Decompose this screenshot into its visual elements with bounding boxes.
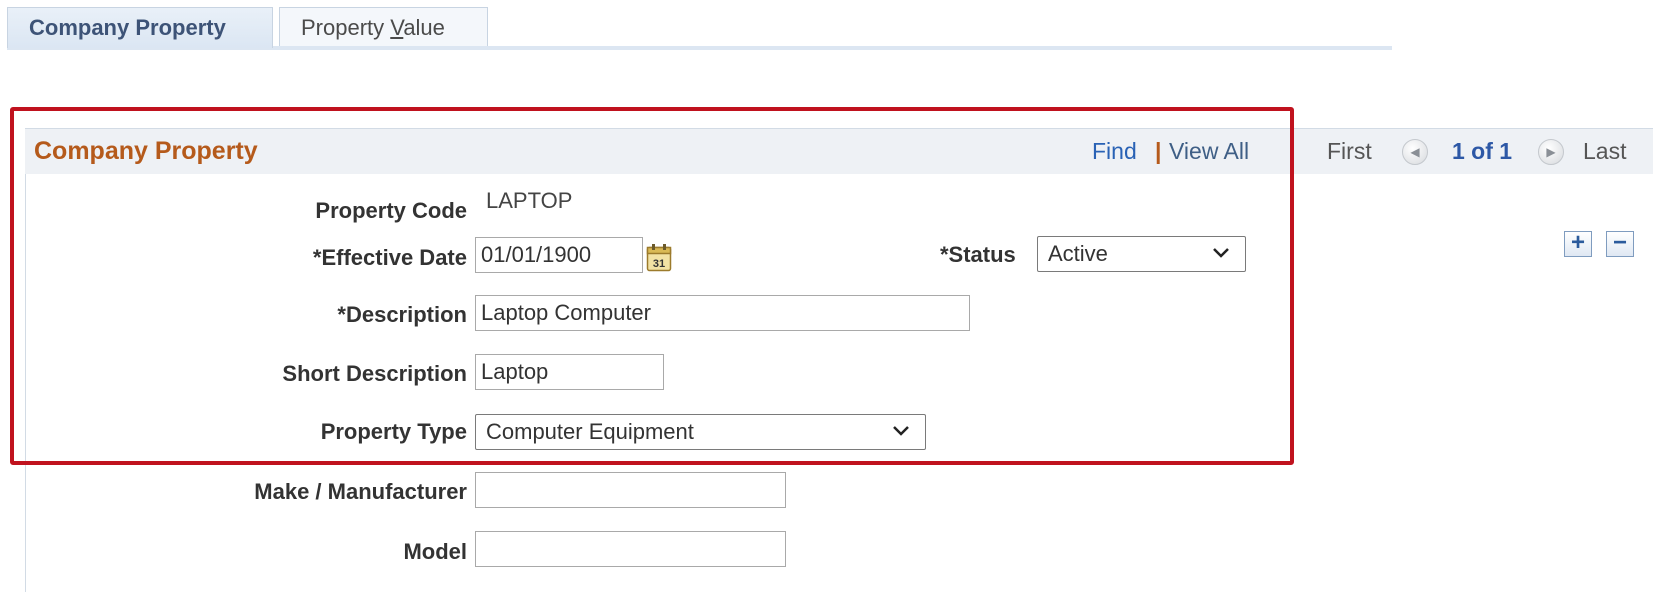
- view-all-link[interactable]: View All: [1169, 134, 1249, 168]
- add-row-button[interactable]: +: [1564, 231, 1592, 257]
- page-root: Company Property Property Value Company …: [0, 0, 1653, 592]
- tab-label-accel: V: [390, 15, 404, 40]
- model-input[interactable]: [475, 531, 786, 567]
- tab-label: Company Property: [29, 15, 226, 40]
- previous-arrow-icon[interactable]: ◀: [1402, 139, 1428, 165]
- find-link[interactable]: Find: [1092, 134, 1137, 168]
- calendar-icon[interactable]: 31: [646, 243, 672, 272]
- make-input[interactable]: [475, 472, 786, 508]
- property-type-selected-value: Computer Equipment: [486, 419, 694, 444]
- chevron-down-icon: [1213, 248, 1229, 258]
- row-count: 1 of 1: [1452, 138, 1513, 164]
- tab-label-prefix: Property: [301, 15, 391, 40]
- chevron-down-icon: [893, 426, 909, 436]
- property-code-label: Property Code: [315, 198, 467, 223]
- link-separator: |: [1155, 138, 1162, 164]
- make-label: Make / Manufacturer: [254, 479, 467, 504]
- tab-company-property[interactable]: Company Property: [7, 7, 273, 48]
- tab-property-value[interactable]: Property Value: [279, 7, 488, 48]
- property-type-label: Property Type: [320, 419, 467, 444]
- status-selected-value: Active: [1048, 241, 1108, 266]
- delete-row-button[interactable]: −: [1606, 231, 1634, 257]
- property-code-value: LAPTOP: [486, 188, 573, 213]
- short-description-label: Short Description: [282, 361, 467, 386]
- calendar-icon-text: 31: [653, 258, 665, 270]
- next-arrow-icon[interactable]: ▶: [1538, 139, 1564, 165]
- panel-title: Company Property: [34, 137, 258, 165]
- property-type-select[interactable]: Computer Equipment: [475, 414, 926, 450]
- first-link[interactable]: First: [1327, 134, 1372, 168]
- short-description-input[interactable]: [475, 354, 664, 390]
- description-label: *Description: [337, 302, 467, 327]
- status-label: *Status: [940, 242, 1016, 267]
- last-link[interactable]: Last: [1583, 134, 1626, 168]
- status-select[interactable]: Active: [1037, 236, 1246, 272]
- model-label: Model: [403, 539, 467, 564]
- effective-date-label: *Effective Date: [312, 245, 467, 270]
- description-input[interactable]: [475, 295, 970, 331]
- tab-label-suffix: alue: [403, 15, 445, 40]
- panel-border: [25, 128, 1653, 592]
- effective-date-input[interactable]: [475, 237, 643, 273]
